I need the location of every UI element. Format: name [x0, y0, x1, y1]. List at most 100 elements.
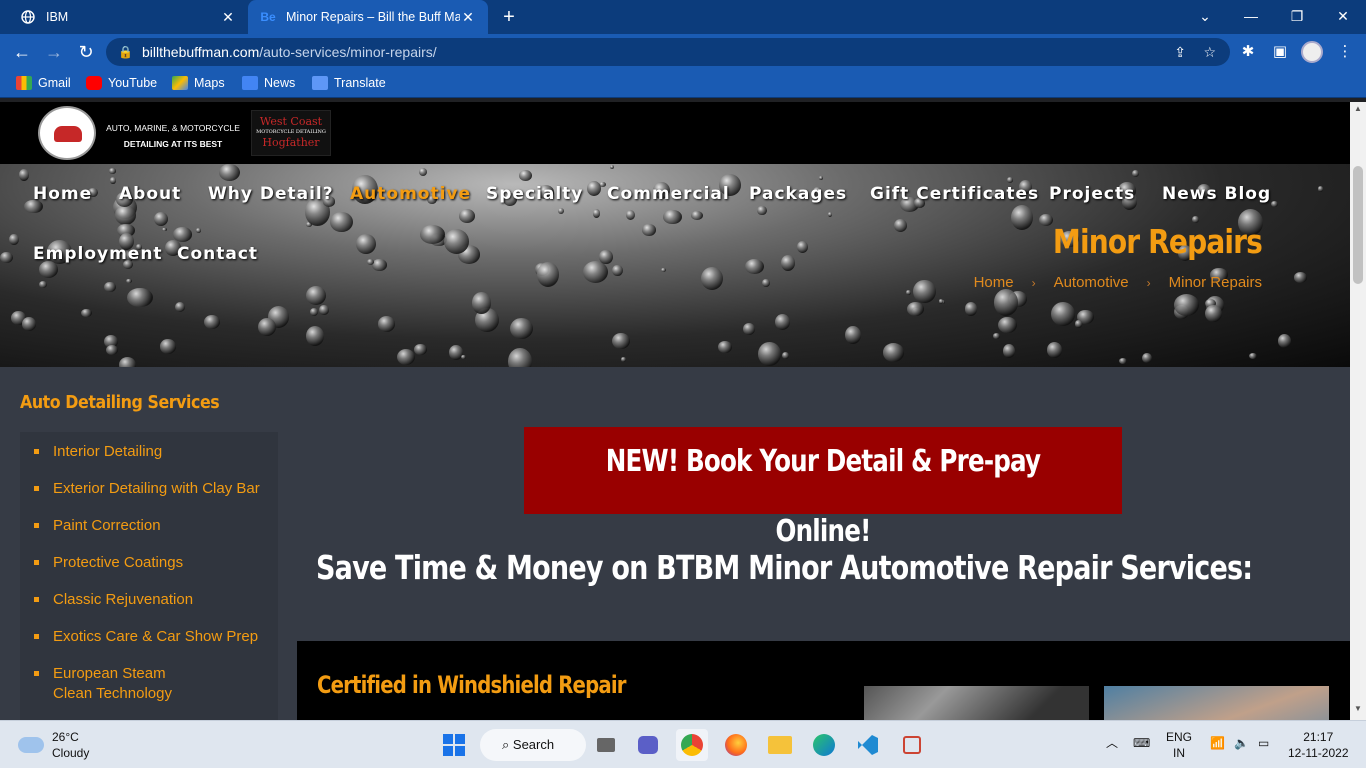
address-bar[interactable]: 🔒 billthebuffman.com/auto-services/minor…	[106, 38, 1230, 66]
water-drop	[612, 332, 630, 349]
water-drop	[775, 314, 791, 331]
nav-packages[interactable]: Packages	[749, 184, 847, 204]
tab-ibm[interactable]: IBM ✕	[8, 0, 248, 34]
nav-contact[interactable]: Contact	[177, 244, 258, 264]
file-explorer-icon[interactable]	[764, 729, 796, 761]
menu-kebab-icon[interactable]: ⋮	[1333, 40, 1357, 64]
bookmark-star-icon[interactable]: ☆	[1203, 38, 1216, 66]
tab-search-chevron-icon[interactable]: ⌄	[1182, 0, 1228, 34]
lang-line2: IN	[1173, 746, 1185, 760]
site-header: AUTO, MARINE, & MOTORCYCLE DETAILING AT …	[0, 102, 1350, 164]
water-drop	[828, 212, 833, 218]
nav-employment[interactable]: Employment	[33, 244, 163, 264]
nav-commercial[interactable]: Commercial	[607, 184, 730, 204]
page-scrollbar[interactable]: ▲ ▼	[1350, 102, 1366, 720]
sidebar-item-paint-correction[interactable]: Paint Correction	[32, 516, 278, 536]
book-online-banner[interactable]: NEW! Book Your Detail & Pre-pay Online!	[524, 427, 1122, 549]
water-drop	[127, 288, 153, 308]
clock[interactable]: 21:17 12-11-2022	[1288, 729, 1349, 761]
reload-button[interactable]: ↻	[74, 40, 98, 64]
nav-automotive[interactable]: Automotive	[350, 184, 471, 204]
tab-minor-repairs[interactable]: Be Minor Repairs – Bill the Buff Man ✕	[248, 0, 488, 34]
bill-the-buff-man-logo[interactable]	[38, 106, 96, 160]
sidebar-item-interior-detailing[interactable]: Interior Detailing	[32, 442, 278, 462]
close-tab-icon[interactable]: ✕	[460, 9, 476, 26]
water-drop	[39, 281, 48, 289]
hero-banner: Home About Why Detail? Automotive Specia…	[0, 164, 1350, 367]
scroll-down-icon[interactable]: ▼	[1350, 704, 1366, 718]
weather-widget[interactable]: 26°C Cloudy	[18, 729, 89, 761]
firefox-icon[interactable]	[720, 729, 752, 761]
bookmark-gmail[interactable]: Gmail	[16, 76, 71, 90]
water-drop	[781, 255, 796, 271]
water-drop	[18, 168, 30, 181]
sidebar-item-steam-clean[interactable]: European Steam Clean Technology	[32, 664, 202, 704]
bookmark-youtube[interactable]: YouTube	[86, 76, 157, 90]
tagline-line2: DETAILING AT ITS BEST	[123, 139, 223, 149]
sidebar-item-exterior-detailing[interactable]: Exterior Detailing with Clay Bar	[32, 479, 278, 499]
language-indicator[interactable]: ENG IN	[1166, 729, 1192, 761]
nav-news-blog[interactable]: News Blog	[1162, 184, 1271, 204]
wifi-icon[interactable]: 📶	[1210, 735, 1225, 751]
bookmark-maps[interactable]: Maps	[172, 76, 225, 90]
water-drop	[1174, 293, 1200, 316]
water-drop	[126, 278, 132, 284]
breadcrumb-home[interactable]: Home	[974, 274, 1014, 291]
volume-icon[interactable]: 🔈	[1234, 735, 1249, 751]
nav-projects[interactable]: Projects	[1049, 184, 1135, 204]
partner-logo-bottom: Hogfather	[262, 136, 320, 149]
water-drop	[745, 259, 765, 275]
restore-button[interactable]: ❐	[1274, 0, 1320, 34]
section-heading: Certified in Windshield Repair	[317, 671, 626, 699]
new-tab-button[interactable]: +	[498, 6, 520, 28]
snipping-tool-icon[interactable]	[896, 729, 928, 761]
close-tab-icon[interactable]: ✕	[220, 9, 236, 26]
forward-button[interactable]: →	[42, 40, 66, 64]
sidebar-item-protective-coatings[interactable]: Protective Coatings	[32, 553, 278, 573]
nav-specialty[interactable]: Specialty	[486, 184, 583, 204]
battery-icon[interactable]: ▭	[1258, 735, 1269, 751]
taskbar-search[interactable]: ⌕ Search	[480, 729, 586, 761]
share-icon[interactable]: ⇪	[1174, 38, 1186, 66]
clock-time: 21:17	[1303, 730, 1334, 744]
scroll-up-icon[interactable]: ▲	[1350, 104, 1366, 118]
water-drop	[366, 259, 374, 266]
water-drop	[414, 343, 427, 355]
task-view-icon[interactable]	[590, 729, 622, 761]
web-page: AUTO, MARINE, & MOTORCYCLE DETAILING AT …	[0, 102, 1350, 720]
tab-strip: IBM ✕ Be Minor Repairs – Bill the Buff M…	[0, 0, 1366, 34]
west-coast-hogfather-logo[interactable]: West Coast MOTORCYCLE DETAILING Hogfathe…	[251, 110, 331, 156]
bookmark-news[interactable]: News	[242, 76, 295, 90]
lock-icon[interactable]: 🔒	[118, 38, 133, 66]
windows-start-icon[interactable]	[438, 729, 470, 761]
teams-chat-icon[interactable]	[632, 729, 664, 761]
chrome-icon[interactable]	[676, 729, 708, 761]
water-drop	[992, 333, 1000, 339]
nav-about[interactable]: About	[119, 184, 181, 204]
profile-avatar[interactable]	[1301, 41, 1323, 63]
side-panel-icon[interactable]: ▣	[1268, 40, 1292, 64]
car-logo-icon	[54, 126, 82, 142]
close-window-button[interactable]: ✕	[1320, 0, 1366, 34]
extensions-icon[interactable]: ✱	[1236, 40, 1260, 64]
nav-why-detail[interactable]: Why Detail?	[208, 184, 334, 204]
back-button[interactable]: ←	[10, 40, 34, 64]
water-drop	[159, 339, 176, 354]
sidebar-item-classic-rejuvenation[interactable]: Classic Rejuvenation	[32, 590, 278, 610]
nav-home[interactable]: Home	[33, 184, 92, 204]
sidebar-item-exotics-care[interactable]: Exotics Care & Car Show Prep	[32, 627, 278, 647]
bookmark-label: News	[264, 76, 296, 90]
scrollbar-thumb[interactable]	[1353, 166, 1363, 284]
keyboard-icon[interactable]: ⌨	[1133, 735, 1150, 751]
minimize-button[interactable]: —	[1228, 0, 1274, 34]
water-drop	[195, 228, 202, 233]
water-drop	[1318, 186, 1324, 192]
tray-overflow-chevron-icon[interactable]: ︿	[1106, 735, 1118, 751]
tagline-line1: AUTO, MARINE, & MOTORCYCLE	[106, 123, 240, 133]
edge-icon[interactable]	[808, 729, 840, 761]
nav-gift-certificates[interactable]: Gift Certificates	[870, 184, 1039, 204]
water-drop	[461, 354, 467, 360]
vscode-icon[interactable]	[852, 729, 884, 761]
breadcrumb-automotive[interactable]: Automotive	[1054, 274, 1129, 291]
bookmark-translate[interactable]: Translate	[312, 76, 386, 90]
